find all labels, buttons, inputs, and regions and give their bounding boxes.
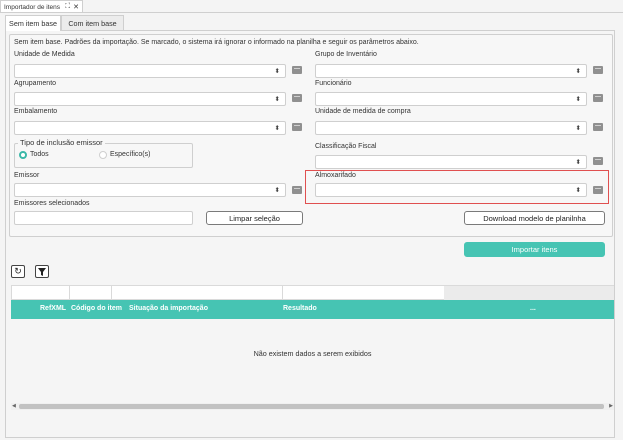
lookup-icon[interactable] [593,66,603,74]
emissor-select[interactable]: ⬍ [14,183,286,197]
unidade-medida-select[interactable]: ⬍ [14,64,286,78]
almoxarifado-label: Almoxarifado [315,172,356,179]
tab-label: Com item base [68,18,117,28]
radio-especificos-label: Específico(s) [110,151,151,158]
emissores-selecionados-field[interactable] [14,211,193,225]
updown-arrow-icon: ⬍ [575,159,581,166]
updown-arrow-icon: ⬍ [274,187,280,194]
tabbar-divider [0,12,623,13]
updown-arrow-icon: ⬍ [575,187,581,194]
col-codigo-item[interactable]: Código do item [71,305,122,312]
scroll-left-icon[interactable]: ◀ [12,403,16,410]
classificacao-fiscal-label: Classificação Fiscal [315,143,377,150]
maximize-icon[interactable]: ⛶ [65,3,70,11]
grid-filter-row [11,285,614,300]
empty-message: Não existem dados a serem exibidos [253,349,372,358]
updown-arrow-icon: ⬍ [575,125,581,132]
radio-todos[interactable] [19,151,27,159]
refresh-icon[interactable]: ↻ [11,265,25,278]
download-modelo-button[interactable]: Download modelo de planilnha [464,211,605,225]
scroll-right-icon[interactable]: ▶ [609,403,613,410]
unidade-medida-compra-label: Unidade de medida de compra [315,108,411,115]
updown-arrow-icon: ⬍ [274,96,280,103]
lookup-icon[interactable] [593,186,603,194]
tab-com-item-base[interactable]: Com item base [61,15,124,30]
emissores-selecionados-label: Emissores selecionados [14,200,90,207]
lookup-icon[interactable] [593,157,603,165]
radio-todos-label: Todos [30,151,49,158]
scrollbar-thumb[interactable] [19,404,604,409]
unidade-medida-label: Unidade de Medida [14,51,75,58]
filter-icon[interactable] [35,265,49,278]
lookup-icon[interactable] [292,123,302,131]
grupo-inventario-select[interactable]: ⬍ [315,64,587,78]
classificacao-fiscal-select[interactable]: ⬍ [315,155,587,169]
grid-header: RefXML Código do item Situação da import… [11,300,614,319]
grupo-inventario-label: Grupo de Inventário [315,51,377,58]
updown-arrow-icon: ⬍ [575,68,581,75]
almoxarifado-select[interactable]: ⬍ [315,183,587,197]
lookup-icon[interactable] [292,186,302,194]
col-refxml[interactable]: RefXML [40,305,66,312]
emissor-label: Emissor [14,172,40,179]
col-more[interactable]: ... [530,305,536,312]
agrupamento-label: Agrupamento [14,80,57,87]
embalamento-label: Embalamento [14,108,58,115]
updown-arrow-icon: ⬍ [274,68,280,75]
embalamento-select[interactable]: ⬍ [14,121,286,135]
updown-arrow-icon: ⬍ [274,125,280,132]
tab-label: Sem item base [9,19,57,28]
funcionario-label: Funcionário [315,80,352,87]
col-situacao-importacao[interactable]: Situação da importação [129,305,208,312]
limpar-selecao-button[interactable]: Limpar seleção [206,211,303,225]
lookup-icon[interactable] [292,94,302,102]
importar-itens-button[interactable]: Importar itens [464,242,605,257]
horizontal-scrollbar[interactable]: ◀ ▶ [11,403,614,410]
funcionario-select[interactable]: ⬍ [315,92,587,106]
lookup-icon[interactable] [292,66,302,74]
updown-arrow-icon: ⬍ [575,96,581,103]
tab-sem-item-base[interactable]: Sem item base [5,15,61,31]
radio-especificos[interactable] [99,151,107,159]
grid-body [11,319,614,403]
tipo-inclusao-legend: Tipo de inclusão emissor [18,138,105,147]
lookup-icon[interactable] [593,123,603,131]
form-description: Sem item base. Padrões da importação. Se… [14,39,419,46]
unidade-medida-compra-select[interactable]: ⬍ [315,121,587,135]
col-resultado[interactable]: Resultado [283,305,317,312]
close-icon[interactable]: ✕ [73,3,79,11]
agrupamento-select[interactable]: ⬍ [14,92,286,106]
lookup-icon[interactable] [593,94,603,102]
window-tab-title: Importador de itens [4,3,61,11]
